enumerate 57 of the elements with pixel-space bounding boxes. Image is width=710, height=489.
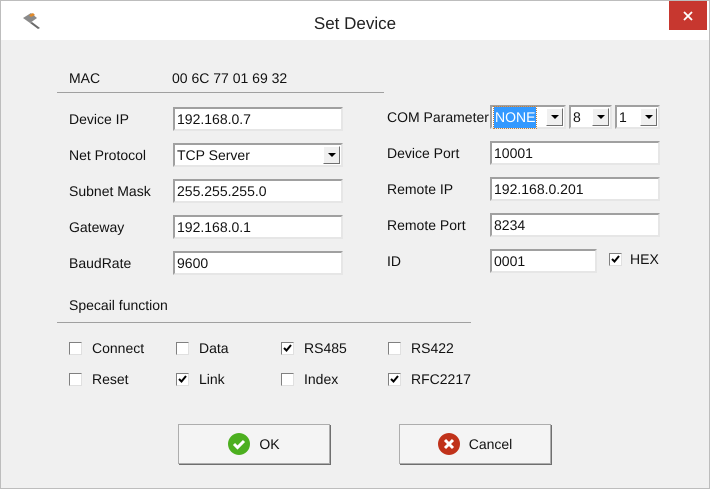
field-label: Device Port (387, 144, 460, 162)
close-icon (683, 10, 693, 20)
mac-label: MAC (69, 68, 102, 88)
input-field[interactable]: 0001 (490, 249, 597, 273)
input-field[interactable]: 10001 (490, 141, 660, 165)
dropdown-button[interactable] (640, 108, 657, 126)
window-title: Set Device (314, 13, 396, 35)
checkbox[interactable] (69, 372, 82, 386)
caret-icon (550, 115, 558, 119)
dropdown-button[interactable] (323, 146, 340, 164)
checkbox[interactable] (281, 372, 294, 386)
checkbox-label: RFC2217 (411, 370, 471, 388)
field-label: COM Parameter (387, 108, 490, 126)
checkbox-label: RS485 (304, 338, 347, 358)
field-label: Device IP (69, 110, 130, 128)
field-label: Net Protocol (69, 146, 148, 164)
field-label: ID (387, 252, 402, 270)
input-field[interactable]: 255.255.255.0 (173, 179, 343, 203)
checkbox-label: HEX (630, 250, 659, 268)
checkbox[interactable] (388, 342, 401, 354)
field-label: Remote Port (387, 216, 467, 234)
caret-icon (596, 115, 604, 119)
dropdown-field[interactable]: 8 (569, 105, 612, 129)
check-icon (228, 433, 250, 455)
cancel-icon (438, 433, 460, 455)
dropdown-button[interactable] (546, 108, 563, 126)
caret-icon (644, 115, 652, 119)
checkbox[interactable] (176, 342, 189, 354)
field-label: Gateway (69, 218, 126, 237)
input-field[interactable]: 8234 (490, 213, 660, 237)
checkbox-label: Data (199, 338, 229, 358)
field-label: Remote IP (387, 180, 454, 198)
ok-button[interactable]: OK (178, 424, 330, 464)
checkbox[interactable] (69, 342, 82, 354)
cancel-button[interactable]: Cancel (399, 424, 551, 464)
close-button[interactable] (669, 1, 707, 30)
checkbox[interactable] (388, 372, 401, 386)
mac-value: 00 6C 77 01 69 32 (172, 68, 288, 88)
section-title: Specail function (69, 297, 168, 313)
checkbox-label: RS422 (411, 338, 454, 358)
field-label: BaudRate (69, 254, 132, 272)
dropdown-button[interactable] (592, 108, 609, 126)
dropdown-field[interactable]: TCP Server (173, 143, 343, 167)
checkbox[interactable] (176, 372, 189, 386)
checkbox-label: Index (304, 370, 338, 388)
input-field[interactable]: 192.168.0.1 (173, 215, 343, 239)
checkbox[interactable] (281, 342, 294, 354)
checkbox-label: Reset (92, 370, 129, 388)
checkbox-label: Link (199, 370, 225, 388)
checkbox-label: Connect (92, 338, 144, 358)
input-field[interactable]: 192.168.0.7 (173, 107, 343, 131)
input-field[interactable]: 9600 (173, 251, 343, 275)
dropdown-field[interactable]: 1 (615, 105, 660, 129)
checkbox[interactable] (609, 252, 622, 266)
input-field[interactable]: 192.168.0.201 (490, 177, 660, 201)
field-label: Subnet Mask (69, 182, 152, 200)
caret-icon (328, 153, 336, 157)
